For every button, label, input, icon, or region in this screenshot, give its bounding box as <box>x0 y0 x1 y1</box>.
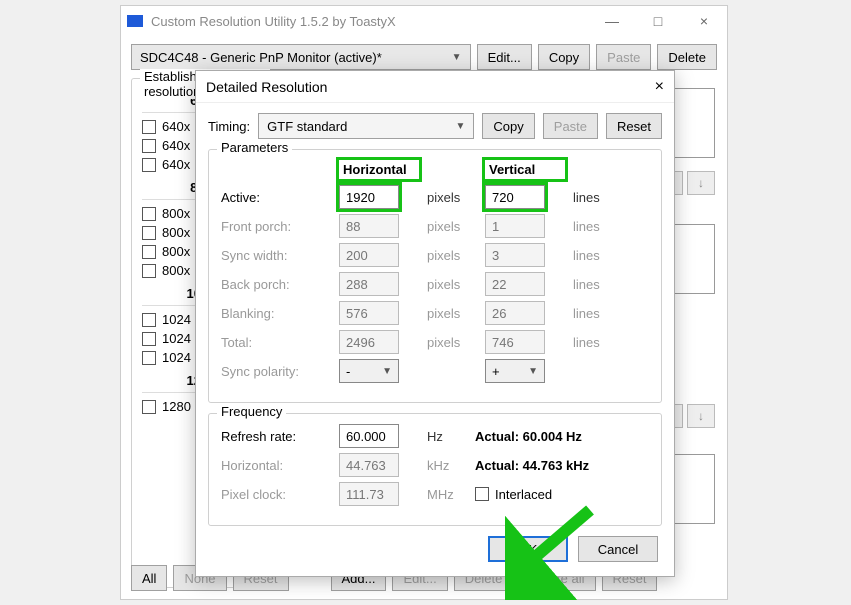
unit-label: pixels <box>427 248 477 263</box>
total-label: Total: <box>221 335 331 350</box>
reset-button[interactable]: Reset <box>606 113 662 139</box>
checkbox[interactable] <box>142 313 156 327</box>
select-value: - <box>346 364 350 379</box>
detailed-resolution-dialog: Detailed Resolution × Timing: GTF standa… <box>195 70 675 577</box>
checkbox[interactable] <box>142 245 156 259</box>
unit-label: lines <box>573 306 623 321</box>
unit-label: lines <box>573 190 623 205</box>
frequency-group: Frequency Refresh rate: 60.000 Hz Actual… <box>208 413 662 526</box>
horizontal-header: Horizontal <box>339 160 419 179</box>
refresh-actual: Actual: 60.004 Hz <box>475 429 635 444</box>
total-v-input[interactable]: 746 <box>485 330 545 354</box>
chevron-down-icon: ▼ <box>528 366 538 377</box>
all-button[interactable]: All <box>131 565 167 591</box>
dialog-title: Detailed Resolution <box>206 79 327 95</box>
minimize-button[interactable]: — <box>589 6 635 36</box>
unit-label: lines <box>573 219 623 234</box>
pixel-clock-input[interactable]: 111.73 <box>339 482 399 506</box>
sync-width-label: Sync width: <box>221 248 331 263</box>
select-value: + <box>492 364 500 379</box>
checkbox[interactable] <box>142 400 156 414</box>
active-horizontal-input[interactable]: 1920 <box>339 185 399 209</box>
monitor-select[interactable]: SDC4C48 - Generic PnP Monitor (active)* … <box>131 44 471 70</box>
cancel-button[interactable]: Cancel <box>578 536 658 562</box>
sync-polarity-h-select[interactable]: - ▼ <box>339 359 399 383</box>
chevron-down-icon: ▼ <box>456 121 466 132</box>
close-icon[interactable]: × <box>655 78 664 96</box>
refresh-rate-input[interactable]: 60.000 <box>339 424 399 448</box>
checkbox[interactable] <box>142 158 156 172</box>
back-porch-label: Back porch: <box>221 277 331 292</box>
titlebar: Custom Resolution Utility 1.5.2 by Toast… <box>121 6 727 36</box>
checkbox[interactable] <box>142 351 156 365</box>
timing-label: Timing: <box>208 119 250 134</box>
chevron-down-icon: ▼ <box>382 366 392 377</box>
parameters-group: Parameters Horizontal Vertical Active: 1… <box>208 149 662 403</box>
monitor-select-value: SDC4C48 - Generic PnP Monitor (active)* <box>140 50 382 65</box>
chevron-down-icon: ▼ <box>452 52 462 63</box>
checkbox[interactable] <box>142 120 156 134</box>
sync-width-v-input[interactable]: 3 <box>485 243 545 267</box>
refresh-rate-label: Refresh rate: <box>221 429 331 444</box>
group-title: Frequency <box>217 404 286 419</box>
horizontal-freq-input[interactable]: 44.763 <box>339 453 399 477</box>
unit-label: pixels <box>427 219 477 234</box>
checkbox[interactable] <box>142 226 156 240</box>
unit-label: lines <box>573 335 623 350</box>
checkbox[interactable] <box>142 332 156 346</box>
checkbox[interactable] <box>142 264 156 278</box>
down-arrow-button[interactable]: ↓ <box>687 404 715 428</box>
unit-label: pixels <box>427 306 477 321</box>
unit-label: lines <box>573 248 623 263</box>
blanking-label: Blanking: <box>221 306 331 321</box>
down-arrow-button[interactable]: ↓ <box>687 171 715 195</box>
back-porch-h-input[interactable]: 288 <box>339 272 399 296</box>
unit-label: kHz <box>427 458 467 473</box>
group-title: Parameters <box>217 140 292 155</box>
total-h-input[interactable]: 2496 <box>339 330 399 354</box>
sync-polarity-v-select[interactable]: + ▼ <box>485 359 545 383</box>
front-porch-v-input[interactable]: 1 <box>485 214 545 238</box>
paste-button[interactable]: Paste <box>596 44 651 70</box>
unit-label: Hz <box>427 429 467 444</box>
checkbox[interactable] <box>142 207 156 221</box>
horizontal-freq-label: Horizontal: <box>221 458 331 473</box>
ok-button[interactable]: OK <box>488 536 568 562</box>
delete-button[interactable]: Delete <box>657 44 717 70</box>
checkbox[interactable] <box>142 139 156 153</box>
horizontal-actual: Actual: 44.763 kHz <box>475 458 635 473</box>
front-porch-h-input[interactable]: 88 <box>339 214 399 238</box>
active-vertical-input[interactable]: 720 <box>485 185 545 209</box>
pixel-clock-label: Pixel clock: <box>221 487 331 502</box>
app-icon <box>127 15 143 27</box>
timing-select[interactable]: GTF standard ▼ <box>258 113 474 139</box>
blanking-h-input[interactable]: 576 <box>339 301 399 325</box>
paste-button[interactable]: Paste <box>543 113 598 139</box>
copy-button[interactable]: Copy <box>538 44 590 70</box>
sync-width-h-input[interactable]: 200 <box>339 243 399 267</box>
unit-label: pixels <box>427 335 477 350</box>
unit-label: lines <box>573 277 623 292</box>
maximize-button[interactable]: □ <box>635 6 681 36</box>
interlaced-checkbox[interactable] <box>475 487 489 501</box>
unit-label: MHz <box>427 487 467 502</box>
window-title: Custom Resolution Utility 1.5.2 by Toast… <box>151 14 396 29</box>
timing-value: GTF standard <box>267 119 347 134</box>
sync-polarity-label: Sync polarity: <box>221 364 331 379</box>
vertical-header: Vertical <box>485 160 565 179</box>
edit-button[interactable]: Edit... <box>477 44 532 70</box>
copy-button[interactable]: Copy <box>482 113 534 139</box>
close-button[interactable]: × <box>681 6 727 36</box>
unit-label: pixels <box>427 277 477 292</box>
back-porch-v-input[interactable]: 22 <box>485 272 545 296</box>
active-label: Active: <box>221 190 331 205</box>
interlaced-label: Interlaced <box>495 487 552 502</box>
unit-label: pixels <box>427 190 477 205</box>
front-porch-label: Front porch: <box>221 219 331 234</box>
blanking-v-input[interactable]: 26 <box>485 301 545 325</box>
